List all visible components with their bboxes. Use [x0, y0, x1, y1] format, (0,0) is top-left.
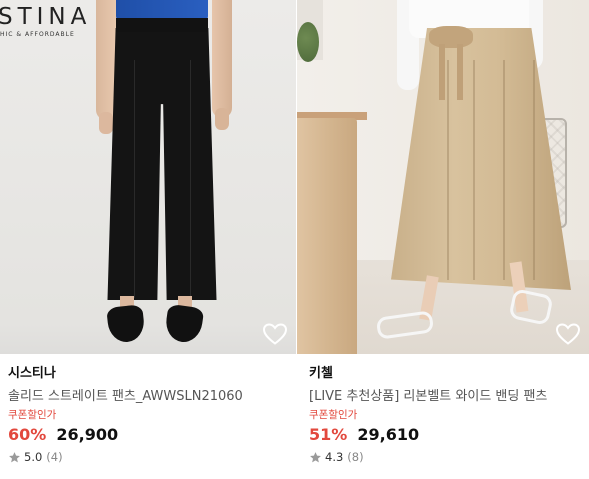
discount-rate: 60% — [8, 425, 47, 444]
product-image[interactable] — [297, 0, 589, 354]
model-pants — [107, 28, 217, 300]
pants-pleat — [533, 60, 535, 280]
sale-price: 29,610 — [357, 425, 420, 444]
product-brand[interactable]: 키첼 — [309, 362, 585, 381]
heart-outline-icon[interactable] — [555, 322, 581, 346]
brand-logo-text: STINA — [0, 4, 92, 30]
coupon-price-label: 쿠폰할인가 — [309, 409, 358, 421]
pants-pleat — [447, 60, 449, 280]
product-image[interactable]: STINA HIC & AFFORDABLE — [0, 0, 296, 354]
heart-outline-icon[interactable] — [262, 322, 288, 346]
brand-logo-subtitle: HIC & AFFORDABLE — [0, 31, 75, 38]
sale-price: 26,900 — [56, 425, 119, 444]
model-hand — [99, 112, 113, 134]
rating-row: 5.0 (4) — [8, 450, 292, 464]
ribbon-belt-tie — [439, 44, 445, 100]
star-icon — [309, 451, 322, 464]
star-icon — [8, 451, 21, 464]
model-arm — [96, 0, 116, 120]
product-card[interactable]: STINA HIC & AFFORDABLE 시스티나 솔리드 스트레이트 팬츠… — [0, 0, 296, 479]
ribbon-belt-bow — [429, 26, 473, 48]
rating-score: 4.3 — [325, 450, 344, 464]
model-sandal — [508, 288, 554, 326]
review-count: (8) — [347, 450, 364, 464]
model-sandal — [375, 310, 435, 340]
pants-pleat — [473, 60, 475, 280]
background-table — [297, 118, 357, 354]
price-row: 51% 29,610 — [309, 425, 585, 447]
product-info: 시스티나 솔리드 스트레이트 팬츠_AWWSLN21060 쿠폰할인가 60% … — [8, 362, 292, 464]
product-name[interactable]: [LIVE 추천상품] 리본벨트 와이드 밴딩 팬츠 — [309, 385, 585, 404]
product-name[interactable]: 솔리드 스트레이트 팬츠_AWWSLN21060 — [8, 385, 292, 404]
pants-crease — [190, 60, 191, 298]
product-brand[interactable]: 시스티나 — [8, 362, 292, 381]
rating-score: 5.0 — [24, 450, 43, 464]
product-info: 키첼 [LIVE 추천상품] 리본벨트 와이드 밴딩 팬츠 쿠폰할인가 51% … — [309, 362, 585, 464]
model-hand — [215, 108, 229, 130]
model-arm — [212, 0, 232, 118]
background-plant — [297, 22, 319, 62]
review-count: (4) — [46, 450, 63, 464]
ribbon-belt-tie — [457, 44, 463, 100]
product-card[interactable]: 키첼 [LIVE 추천상품] 리본벨트 와이드 밴딩 팬츠 쿠폰할인가 51% … — [297, 0, 589, 479]
pants-waistband — [116, 18, 208, 32]
pants-pleat — [503, 60, 505, 280]
discount-rate: 51% — [309, 425, 348, 444]
floor — [0, 324, 296, 354]
pants-crease — [134, 60, 135, 298]
price-row: 60% 26,900 — [8, 425, 292, 447]
rating-row: 4.3 (8) — [309, 450, 585, 464]
coupon-price-label: 쿠폰할인가 — [8, 409, 57, 421]
